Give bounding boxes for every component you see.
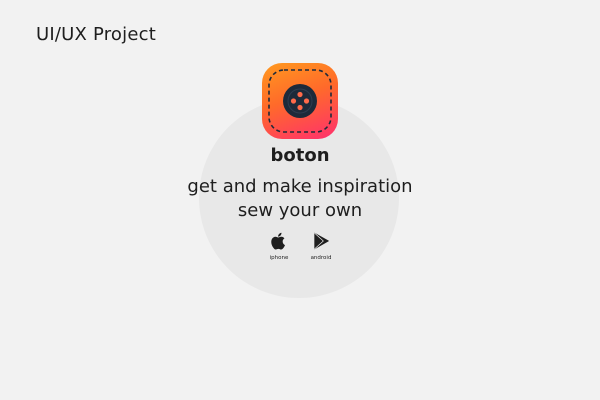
sewing-button-icon — [268, 69, 332, 133]
google-play-icon — [314, 232, 329, 250]
android-label: android — [310, 255, 332, 261]
iphone-label: iphone — [269, 255, 289, 261]
tagline-line-2: sew your own — [237, 200, 363, 221]
tagline-line-1: get and make inspiration — [187, 176, 413, 197]
store-links: iphone android — [0, 231, 600, 261]
project-title: UI/UX Project — [36, 24, 156, 45]
android-download-link[interactable]: android — [309, 231, 333, 261]
app-icon — [262, 63, 338, 139]
app-name: boton — [270, 145, 330, 166]
apple-icon — [271, 232, 285, 250]
iphone-download-link[interactable]: iphone — [267, 231, 291, 261]
landing-page: UI/UX Project boton get and make inspira… — [0, 0, 600, 400]
